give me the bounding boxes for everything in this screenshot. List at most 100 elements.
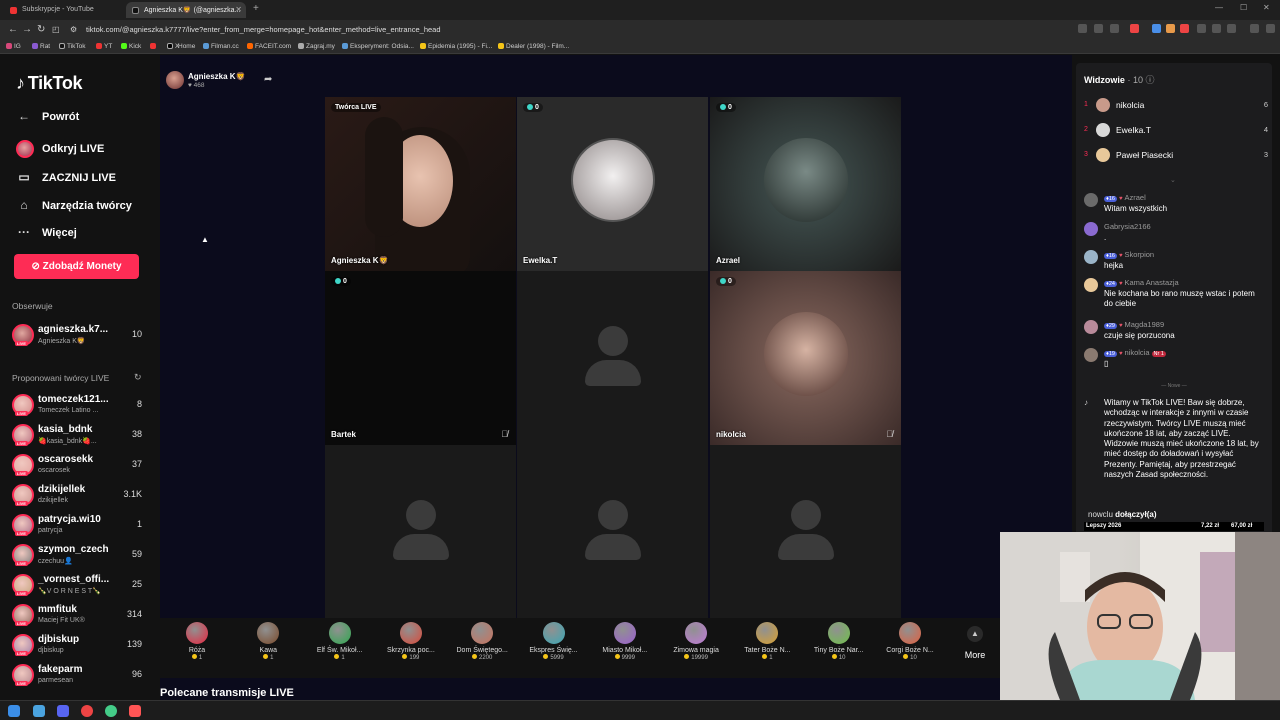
- app-icon[interactable]: [33, 705, 45, 717]
- get-coins-button[interactable]: ⊘ Zdobądź Monety: [14, 254, 139, 279]
- suggested-creator-item[interactable]: LIVE _vornest_offi... 🍾V O R N E S T🍾 25: [12, 574, 152, 600]
- bookmark-item[interactable]: YT: [96, 43, 112, 50]
- suggested-creator-item[interactable]: LIVE oscarosekk oscarosek 37: [12, 454, 152, 480]
- level-badge: ♦24: [1104, 281, 1117, 287]
- suggested-creator-item[interactable]: LIVE mmfituk Maciej Fit UK® 314: [12, 604, 152, 630]
- suggested-creator-item[interactable]: LIVE fakeparm parmesean 96: [12, 664, 152, 690]
- gift-item[interactable]: Zimowa magia 19999: [661, 622, 731, 661]
- nav-more[interactable]: ··· Więcej: [16, 225, 77, 239]
- share-icon[interactable]: [1110, 24, 1119, 33]
- tab-youtube[interactable]: Subskrypcje - YouTube: [4, 2, 124, 18]
- bookmark-item[interactable]: Eksperyment: Odsia...: [342, 43, 414, 50]
- bookmark-item[interactable]: FACEIT.com: [247, 43, 291, 50]
- guest-tile[interactable]: 0 Ewelka.T: [517, 97, 708, 271]
- extension-blue-icon[interactable]: [1152, 24, 1161, 33]
- suggested-creator-item[interactable]: LIVE tomeczek121... Tomeczek Latino ... 8: [12, 394, 152, 420]
- suggested-creator-item[interactable]: LIVE szymon_czech czechuu👤 59: [12, 544, 152, 570]
- gift-item[interactable]: Corgi Boże N... 10: [875, 622, 945, 661]
- guest-tile[interactable]: 0 nikolcia 🎙̸: [710, 271, 901, 445]
- coin-icon: [191, 654, 197, 659]
- bookmark-item[interactable]: Home: [178, 43, 195, 50]
- live-badge: LIVE: [15, 471, 28, 476]
- download-icon[interactable]: [1212, 24, 1221, 33]
- new-tab-icon[interactable]: +: [253, 3, 259, 14]
- info-icon[interactable]: ⓘ: [1145, 75, 1154, 85]
- brave-icon[interactable]: [129, 705, 141, 717]
- link-icon[interactable]: [1227, 24, 1236, 33]
- tab-tiktok[interactable]: Agnieszka K🦁 (@agnieszka... ✕: [126, 2, 246, 18]
- share-icon[interactable]: ➦: [264, 74, 272, 85]
- gift-item[interactable]: Elf Św. Mikoł... 1: [305, 622, 375, 661]
- nav-go-live[interactable]: ▭ ZACZNIJ LIVE: [16, 170, 116, 184]
- guest-tile[interactable]: 0 Azrael: [710, 97, 901, 271]
- suggested-creator-item[interactable]: LIVE patrycja.wi10 patrycja 1: [12, 514, 152, 540]
- top-viewer-item[interactable]: 1 nikolcia 6: [1084, 98, 1268, 114]
- empty-guest-slot[interactable]: [710, 445, 901, 619]
- bookmark-item[interactable]: TikTok: [59, 43, 86, 50]
- windows-start-icon[interactable]: [8, 705, 20, 717]
- gift-icon: [471, 622, 494, 644]
- top-viewer-item[interactable]: 2 Ewelka.T 4: [1084, 123, 1268, 139]
- tiktok-logo[interactable]: ♪ TikTok: [16, 73, 83, 94]
- gift-item[interactable]: Tater Boże N... 1: [732, 622, 802, 661]
- nav-discover-live[interactable]: Odkryj LIVE: [16, 140, 104, 158]
- suggested-creator-item[interactable]: LIVE dzikijellek dzikijellek 3.1K: [12, 484, 152, 510]
- discord-icon[interactable]: [57, 705, 69, 717]
- bookmark-icon[interactable]: ◰: [52, 25, 60, 34]
- url-input[interactable]: tiktok.com/@agnieszka.k7777/live?enter_f…: [86, 25, 441, 34]
- empty-guest-slot[interactable]: [325, 445, 516, 619]
- suggested-creator-item[interactable]: LIVE kasia_bdnk 🍓kasia_bdnk🍓... 38: [12, 424, 152, 450]
- gift-item[interactable]: Dom Świętego... 2200: [447, 622, 517, 661]
- x-icon: [167, 43, 173, 49]
- bookmark-item[interactable]: Epidemia (1995) - Fi...: [420, 43, 492, 50]
- viewers-header[interactable]: Widzowie · 10 ⓘ: [1084, 73, 1154, 86]
- bookmark-item[interactable]: [150, 43, 158, 50]
- gift-item[interactable]: Miasto Mikoł... 9999: [590, 622, 660, 661]
- close-tab-icon[interactable]: ✕: [235, 5, 242, 14]
- guest-tile[interactable]: 0 Bartek 🎙̸: [325, 271, 516, 445]
- empty-guest-slot[interactable]: [517, 445, 708, 619]
- bookmark-item[interactable]: Dealer (1998) - Film...: [498, 43, 569, 50]
- bookmark-item[interactable]: Filman.cc: [203, 43, 239, 50]
- gift-icon: [542, 622, 565, 644]
- guest-tile[interactable]: Twórca LIVE Agnieszka K🦁: [325, 97, 516, 271]
- chat-username: Gabrysia2166: [1104, 222, 1151, 231]
- gift-item[interactable]: Róża 1: [162, 622, 232, 661]
- nav-creator-tools[interactable]: ⌂ Narzędzia twórcy: [16, 198, 132, 212]
- zoom-icon[interactable]: [1094, 24, 1103, 33]
- avatar: [1084, 193, 1098, 207]
- nav-back[interactable]: ← Powrót: [16, 109, 79, 123]
- app-icon[interactable]: [105, 705, 117, 717]
- top-viewer-item[interactable]: 3 Paweł Piasecki 3: [1084, 148, 1268, 164]
- forward-icon[interactable]: →: [22, 24, 32, 35]
- extension-puzzle-icon[interactable]: [1197, 24, 1206, 33]
- menu-icon[interactable]: [1266, 24, 1275, 33]
- chevron-down-icon[interactable]: ⌄: [1170, 176, 1176, 184]
- bookmarks-bar: IG Rat TikTok YT Kick X Home Filman.cc F…: [0, 40, 1280, 54]
- playlist-icon[interactable]: [1250, 24, 1259, 33]
- bookmark-item[interactable]: Rat: [32, 43, 50, 50]
- gift-item[interactable]: Ekspres Świę... 5999: [519, 622, 589, 661]
- site-info-icon[interactable]: ⚙: [70, 25, 77, 34]
- bookmark-item[interactable]: IG: [6, 43, 21, 50]
- following-item[interactable]: LIVE agnieszka.k7... Agnieszka K🦁 10: [12, 324, 152, 350]
- gift-item[interactable]: Skrzynka poc... 199: [376, 622, 446, 661]
- close-window-icon[interactable]: ✕: [1263, 3, 1270, 12]
- refresh-icon[interactable]: ↻: [134, 372, 142, 383]
- gift-item[interactable]: Kawa 1: [233, 622, 303, 661]
- gift-item[interactable]: Tiny Boże Nar... 10: [804, 622, 874, 661]
- reload-icon[interactable]: ↻: [37, 24, 45, 35]
- chrome-icon[interactable]: [81, 705, 93, 717]
- bookmark-item[interactable]: Zagraj.my: [298, 43, 335, 50]
- minimize-icon[interactable]: —: [1215, 3, 1223, 12]
- maximize-icon[interactable]: ☐: [1240, 3, 1247, 12]
- brave-shield-icon[interactable]: [1130, 24, 1139, 33]
- extension-orange-icon[interactable]: [1166, 24, 1175, 33]
- more-gifts-button[interactable]: ▲ More: [960, 626, 990, 660]
- extension-red-icon[interactable]: [1180, 24, 1189, 33]
- empty-guest-slot[interactable]: [517, 271, 708, 445]
- back-icon[interactable]: ←: [8, 24, 18, 35]
- bookmark-item[interactable]: Kick: [121, 43, 141, 50]
- suggested-creator-item[interactable]: LIVE djbiskup djbiskup 139: [12, 634, 152, 660]
- extension-icon[interactable]: [1078, 24, 1087, 33]
